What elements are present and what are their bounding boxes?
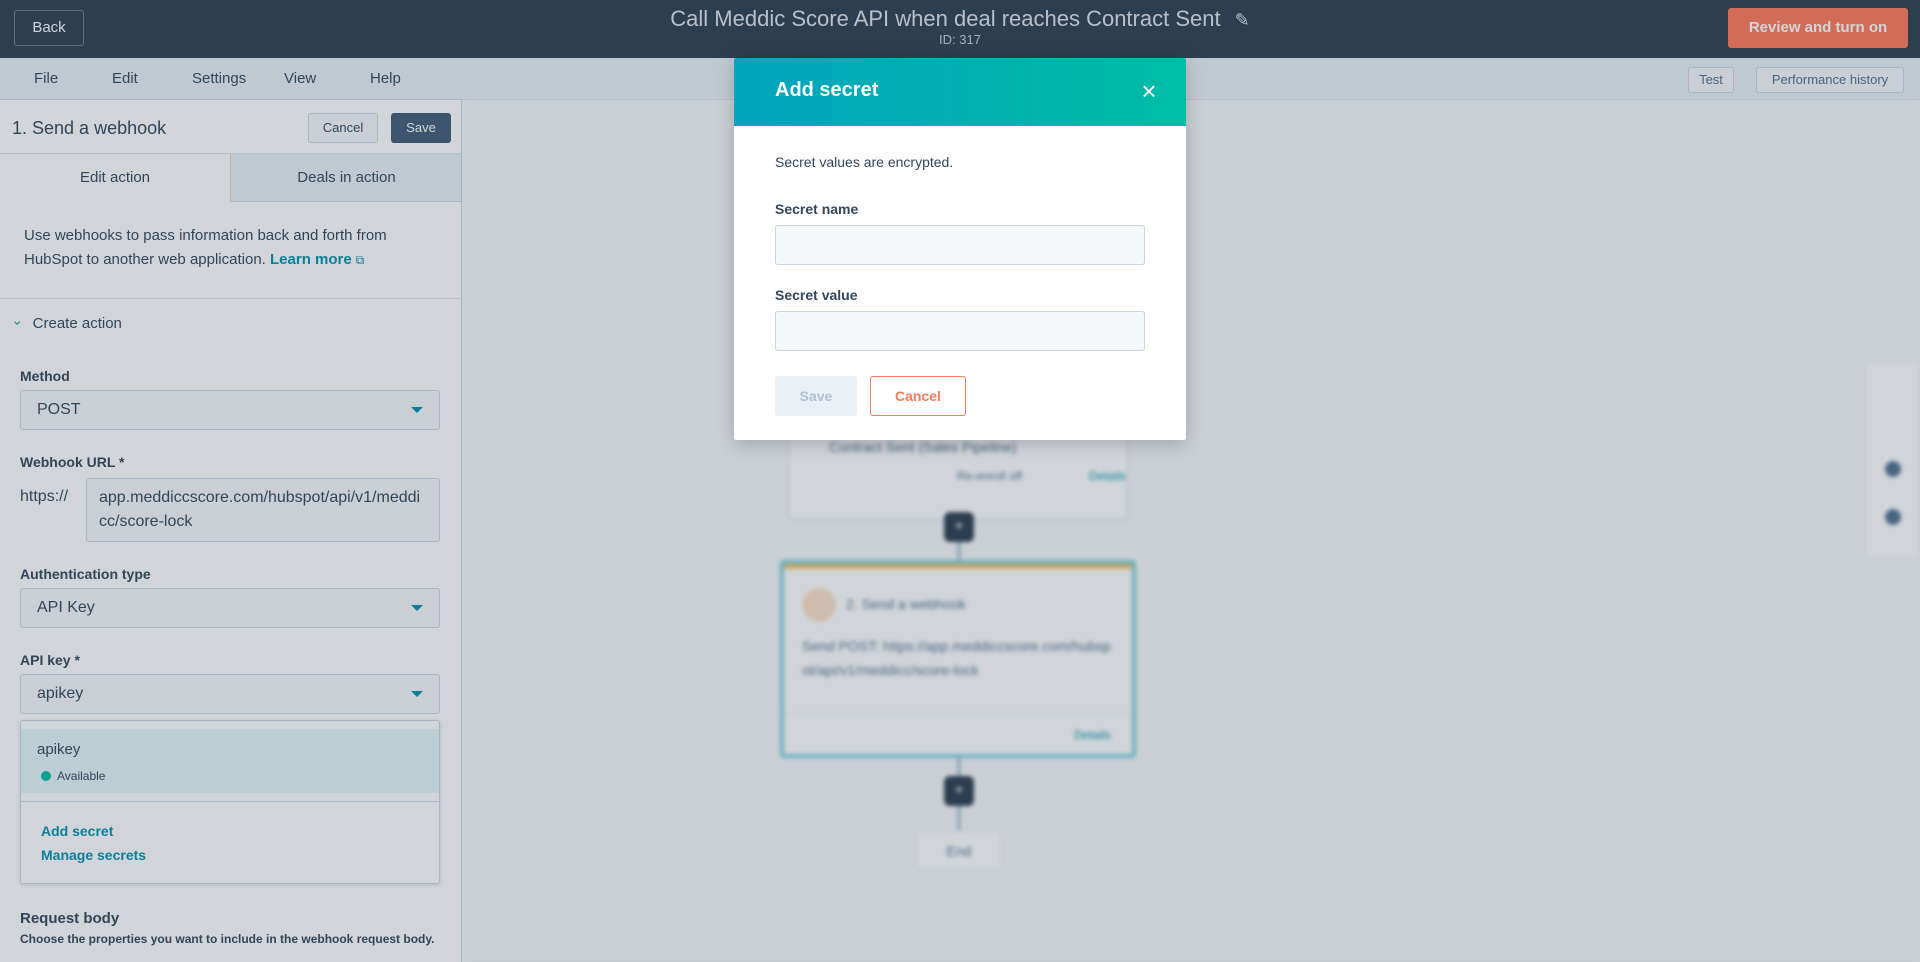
secret-name-input[interactable] (775, 225, 1145, 265)
modal-save-button[interactable]: Save (775, 376, 857, 416)
add-secret-modal: Add secret × Secret values are encrypted… (734, 58, 1186, 440)
modal-cancel-button[interactable]: Cancel (870, 376, 966, 416)
modal-header: Add secret × (734, 58, 1186, 126)
close-icon[interactable]: × (1134, 76, 1164, 106)
secret-value-input[interactable] (775, 311, 1145, 351)
secret-value-label: Secret value (775, 287, 858, 303)
modal-title: Add secret (775, 79, 879, 101)
modal-description: Secret values are encrypted. (775, 154, 954, 170)
secret-name-label: Secret name (775, 201, 859, 217)
